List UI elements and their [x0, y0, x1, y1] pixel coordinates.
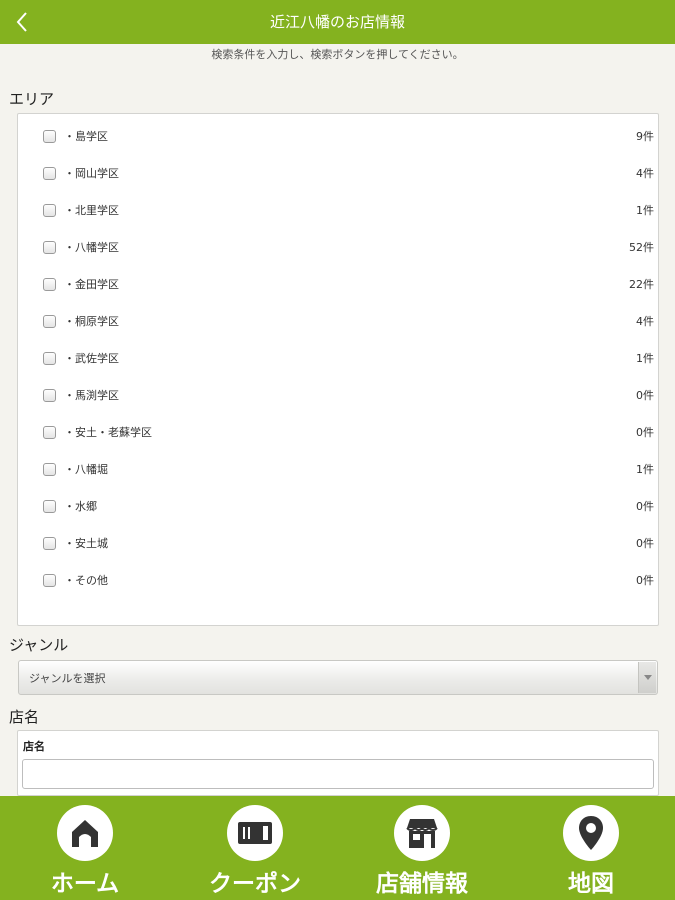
area-option[interactable]: ・金田学区 22件 — [18, 272, 658, 296]
area-option-label: ・馬渕学区 — [64, 389, 119, 402]
nav-shop-info[interactable]: 店舗情報 — [362, 796, 482, 900]
area-option-count: 0件 — [636, 537, 654, 550]
area-checkbox[interactable] — [43, 129, 56, 143]
area-section-label: エリア — [9, 90, 55, 108]
shop-icon — [394, 805, 450, 861]
area-option-count: 22件 — [629, 278, 654, 291]
area-option-count: 1件 — [636, 352, 654, 365]
area-option-label: ・武佐学区 — [64, 352, 119, 365]
area-checkbox[interactable] — [43, 203, 56, 217]
area-option[interactable]: ・その他 0件 — [18, 568, 658, 592]
area-checkbox[interactable] — [43, 277, 56, 291]
area-option-label: ・北里学区 — [64, 204, 119, 217]
nav-coupon[interactable]: クーポン — [196, 796, 314, 900]
area-option-label: ・桐原学区 — [64, 315, 119, 328]
area-option[interactable]: ・安土・老蘇学区 0件 — [18, 420, 658, 444]
nav-map-label: 地図 — [568, 871, 614, 897]
shop-name-input[interactable] — [22, 759, 654, 789]
nav-home[interactable]: ホーム — [40, 796, 130, 900]
area-option-count: 0件 — [636, 426, 654, 439]
genre-select-value: ジャンルを選択 — [29, 672, 106, 685]
area-option-label: ・安土城 — [64, 537, 108, 550]
area-option-label: ・安土・老蘇学区 — [64, 426, 152, 439]
nav-home-label: ホーム — [50, 871, 120, 897]
area-option-count: 4件 — [636, 315, 654, 328]
area-checkbox[interactable] — [43, 573, 56, 587]
area-option-count: 0件 — [636, 574, 654, 587]
genre-section-label: ジャンル — [9, 636, 69, 654]
area-option-count: 52件 — [629, 241, 654, 254]
area-checkbox[interactable] — [43, 462, 56, 476]
area-option-count: 0件 — [636, 389, 654, 402]
page-title: 近江八幡のお店情報 — [269, 13, 405, 31]
chevron-down-icon — [638, 662, 656, 693]
area-checkbox[interactable] — [43, 425, 56, 439]
area-option[interactable]: ・八幡堀 1件 — [18, 457, 658, 481]
nav-coupon-label: クーポン — [209, 871, 301, 897]
area-option[interactable]: ・八幡学区 52件 — [18, 235, 658, 259]
area-option-label: ・水郷 — [64, 500, 97, 513]
area-option[interactable]: ・島学区 9件 — [18, 124, 658, 148]
shop-name-field-label: 店名 — [23, 740, 45, 753]
app-header: 近江八幡のお店情報 — [0, 0, 675, 44]
shop-name-section-label: 店名 — [9, 708, 40, 726]
nav-shop-info-label: 店舗情報 — [376, 871, 468, 897]
area-option-count: 0件 — [636, 500, 654, 513]
area-option-label: ・八幡学区 — [64, 241, 119, 254]
area-option-count: 1件 — [636, 204, 654, 217]
genre-select[interactable]: ジャンルを選択 — [18, 660, 658, 695]
shop-name-panel: 店名 — [17, 730, 659, 796]
home-icon — [57, 805, 113, 861]
area-option-count: 4件 — [636, 167, 654, 180]
area-option[interactable]: ・水郷 0件 — [18, 494, 658, 518]
instruction-text: 検索条件を入力し、検索ボタンを押してください。 — [211, 48, 464, 61]
area-option[interactable]: ・桐原学区 4件 — [18, 309, 658, 333]
area-option-label: ・島学区 — [64, 130, 108, 143]
bottom-nav: ホーム クーポン 店舗情報 地図 — [0, 796, 675, 900]
area-checkbox[interactable] — [43, 388, 56, 402]
map-pin-icon — [563, 805, 619, 861]
area-checkbox[interactable] — [43, 536, 56, 550]
area-option-label: ・その他 — [64, 574, 108, 587]
area-option-label: ・金田学区 — [64, 278, 119, 291]
area-option[interactable]: ・馬渕学区 0件 — [18, 383, 658, 407]
area-checkbox[interactable] — [43, 499, 56, 513]
ticket-icon — [227, 805, 283, 861]
area-option[interactable]: ・安土城 0件 — [18, 531, 658, 555]
area-option-label: ・八幡堀 — [64, 463, 108, 476]
area-option-count: 1件 — [636, 463, 654, 476]
area-checkbox[interactable] — [43, 351, 56, 365]
area-checkbox[interactable] — [43, 314, 56, 328]
area-option-count: 9件 — [636, 130, 654, 143]
area-option-label: ・岡山学区 — [64, 167, 119, 180]
area-checkbox[interactable] — [43, 240, 56, 254]
area-option[interactable]: ・岡山学区 4件 — [18, 161, 658, 185]
area-checkbox-list: ・島学区 9件 ・岡山学区 4件 ・北里学区 1件 ・八幡学区 52件 ・金田学… — [17, 113, 659, 626]
area-checkbox[interactable] — [43, 166, 56, 180]
nav-map[interactable]: 地図 — [546, 796, 636, 900]
area-option[interactable]: ・北里学区 1件 — [18, 198, 658, 222]
area-option[interactable]: ・武佐学区 1件 — [18, 346, 658, 370]
